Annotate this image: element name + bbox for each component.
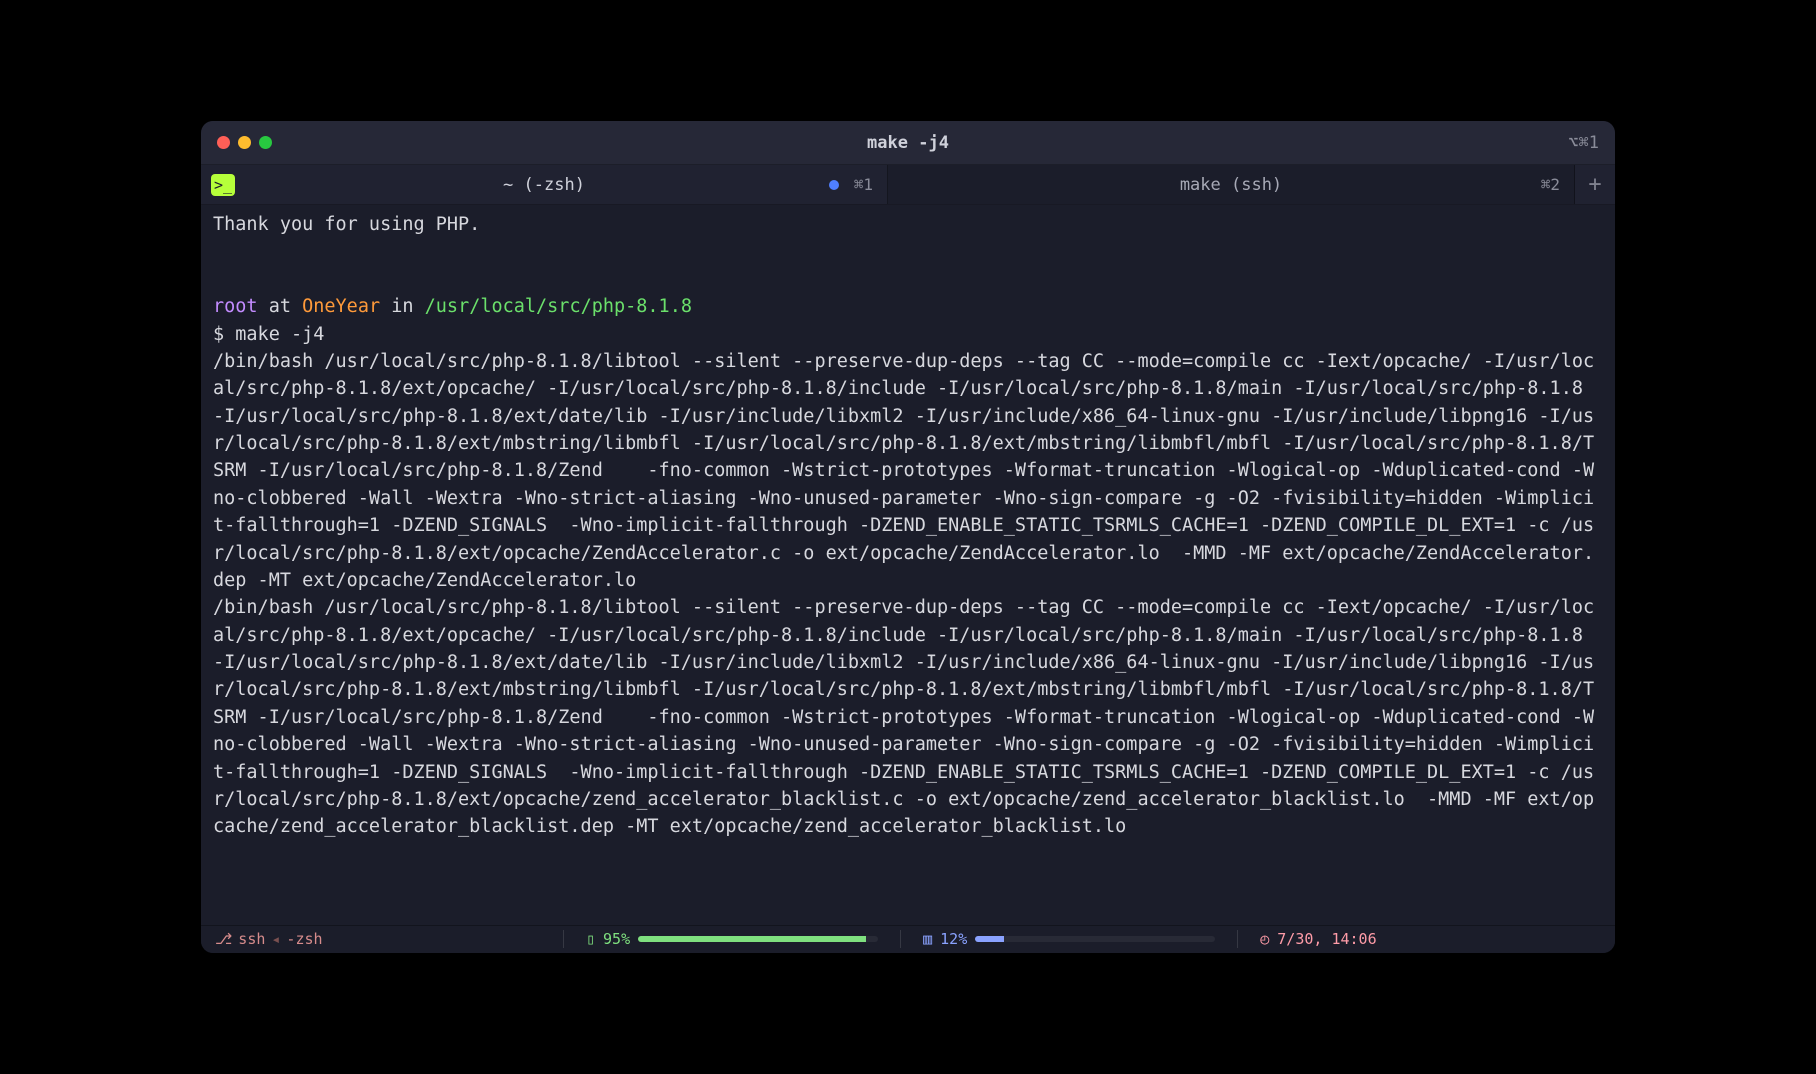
status-connection: ssh xyxy=(238,930,265,948)
prompt-symbol: $ xyxy=(213,324,224,345)
status-clock: ◴ 7/30, 14:06 xyxy=(1260,930,1376,948)
status-battery: ▯ 95% xyxy=(586,930,878,948)
compile-output-line: /bin/bash /usr/local/src/php-8.1.8/libto… xyxy=(213,597,1594,837)
tab-shortcut-hint: ⌘1 xyxy=(854,175,873,194)
memory-bar-fill xyxy=(975,936,1004,942)
memory-bar xyxy=(975,936,1215,942)
traffic-lights xyxy=(217,136,272,149)
activity-badge-icon xyxy=(829,180,839,190)
status-bar: ⎇ ssh ◂ -zsh ▯ 95% ▥ 12% xyxy=(201,925,1615,953)
battery-bar xyxy=(638,936,878,942)
tab-label: ~ (-zsh) xyxy=(201,175,887,195)
terminal-viewport[interactable]: Thank you for using PHP. root at OneYear… xyxy=(201,205,1615,925)
battery-percent: 95% xyxy=(603,930,630,948)
minimize-window-button[interactable] xyxy=(238,136,251,149)
prompt-user: root xyxy=(213,296,258,317)
tab-shortcut-hint: ⌘2 xyxy=(1541,175,1560,194)
prompt-in: in xyxy=(391,296,413,317)
clock-value: 7/30, 14:06 xyxy=(1277,930,1376,948)
compile-output-line: /bin/bash /usr/local/src/php-8.1.8/libto… xyxy=(213,351,1594,591)
tab-bar: >_ ~ (-zsh) ⌘1 make (ssh) ⌘2 + xyxy=(201,165,1615,205)
prompt-command: make -j4 xyxy=(235,324,324,345)
battery-icon: ▯ xyxy=(586,930,595,948)
prompt-host: OneYear xyxy=(302,296,380,317)
prompt-at: at xyxy=(269,296,291,317)
status-shell: -zsh xyxy=(286,930,322,948)
status-memory: ▥ 12% xyxy=(923,930,1215,948)
scrollback-line: Thank you for using PHP. xyxy=(213,214,480,235)
status-divider xyxy=(900,930,901,948)
tab-label: make (ssh) xyxy=(888,175,1574,195)
chip-icon: ▥ xyxy=(923,930,932,948)
battery-bar-fill xyxy=(638,936,866,942)
new-tab-button[interactable]: + xyxy=(1575,165,1615,204)
clock-icon: ◴ xyxy=(1260,930,1269,948)
git-branch-icon: ⎇ xyxy=(215,930,232,948)
memory-percent: 12% xyxy=(940,930,967,948)
status-divider xyxy=(563,930,564,948)
close-window-button[interactable] xyxy=(217,136,230,149)
titlebar: make -j4 ⌥⌘1 xyxy=(201,121,1615,165)
zoom-window-button[interactable] xyxy=(259,136,272,149)
status-separator-icon: ◂ xyxy=(271,930,280,948)
terminal-window: make -j4 ⌥⌘1 >_ ~ (-zsh) ⌘1 make (ssh) ⌘… xyxy=(201,121,1615,953)
window-title: make -j4 xyxy=(201,133,1615,153)
window-shortcut-hint: ⌥⌘1 xyxy=(1568,133,1599,153)
tab-make-ssh[interactable]: make (ssh) ⌘2 xyxy=(888,165,1575,204)
tab-zsh[interactable]: >_ ~ (-zsh) ⌘1 xyxy=(201,165,888,204)
status-divider xyxy=(1237,930,1238,948)
prompt-path: /usr/local/src/php-8.1.8 xyxy=(425,296,692,317)
